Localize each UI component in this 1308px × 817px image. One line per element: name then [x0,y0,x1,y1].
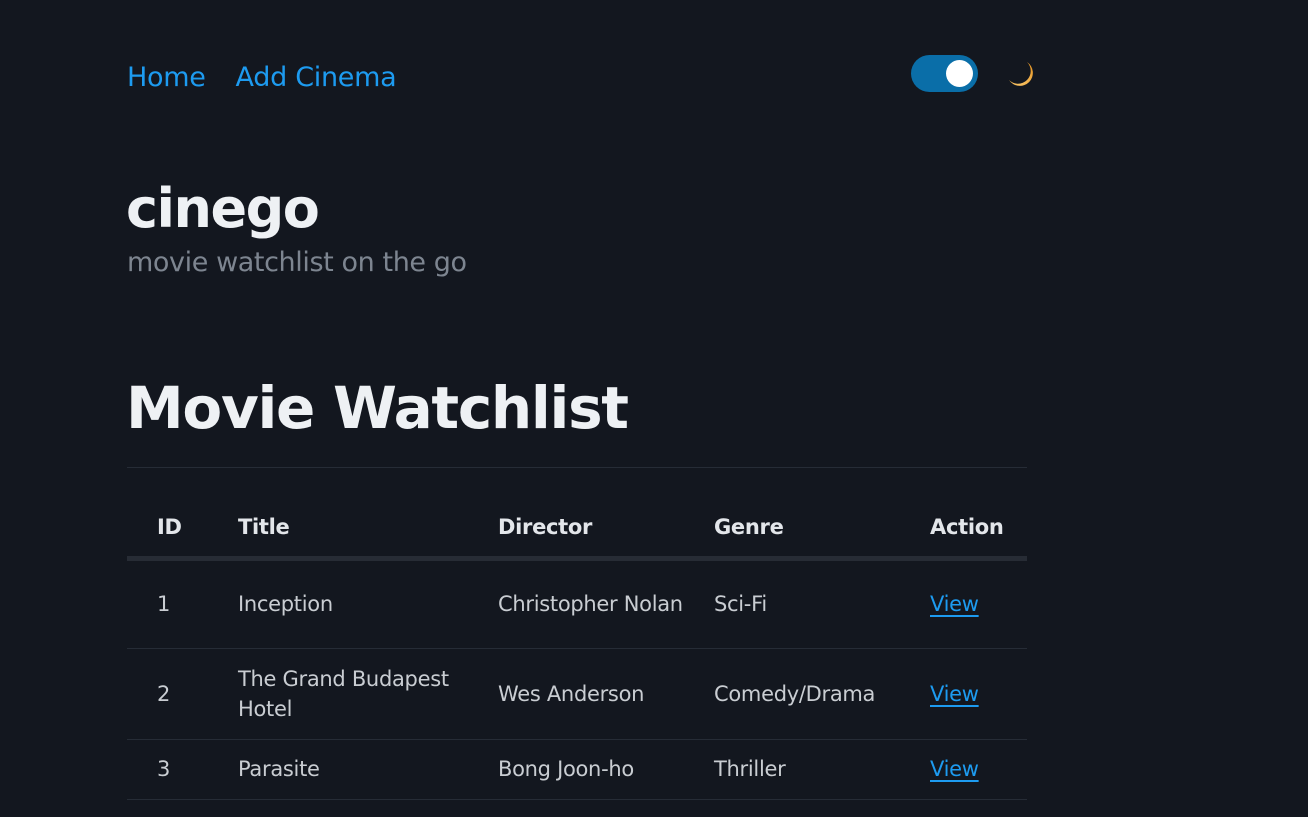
cell-action: View [900,558,1027,649]
table-header-row: ID Title Director Genre Action [127,498,1027,561]
cell-genre: Sci-Fi [684,558,900,649]
cell-genre: Comedy/Drama [684,648,900,740]
column-header-director: Director [468,498,684,561]
crescent-moon-icon [1009,62,1033,86]
watchlist-table: ID Title Director Genre Action 1 Incepti… [127,498,1027,800]
view-link[interactable]: View [930,592,979,616]
cell-action: View [900,739,1027,800]
cell-title: The Grand Budapest Hotel [208,648,468,740]
table-row: 2 The Grand Budapest Hotel Wes Anderson … [127,648,1027,740]
theme-toggle[interactable] [911,55,978,92]
cell-id: 2 [127,648,208,740]
top-nav: Home Add Cinema [127,60,397,96]
brand-tagline: movie watchlist on the go [127,247,467,278]
cell-genre: Thriller [684,739,900,800]
page-title: Movie Watchlist [126,374,629,442]
view-link[interactable]: View [930,757,979,781]
toggle-knob [946,60,973,87]
cell-title: Inception [208,558,468,649]
page: Home Add Cinema cinego movie watchlist o… [0,0,1308,817]
nav-home-link[interactable]: Home [127,60,206,96]
cell-id: 1 [127,558,208,649]
column-header-id: ID [127,498,208,561]
cell-action: View [900,648,1027,740]
divider [127,467,1027,468]
brand-name: cinego [126,177,320,240]
cell-title: Parasite [208,739,468,800]
table-row: 1 Inception Christopher Nolan Sci-Fi Vie… [127,558,1027,649]
cell-director: Wes Anderson [468,648,684,740]
cell-director: Bong Joon-ho [468,739,684,800]
watchlist-table-wrapper: ID Title Director Genre Action 1 Incepti… [127,498,1027,800]
column-header-genre: Genre [684,498,900,561]
nav-add-cinema-link[interactable]: Add Cinema [236,60,397,96]
table-row: 3 Parasite Bong Joon-ho Thriller View [127,739,1027,800]
column-header-action: Action [900,498,1027,561]
column-header-title: Title [208,498,468,561]
view-link[interactable]: View [930,682,979,706]
cell-id: 3 [127,739,208,800]
cell-director: Christopher Nolan [468,558,684,649]
